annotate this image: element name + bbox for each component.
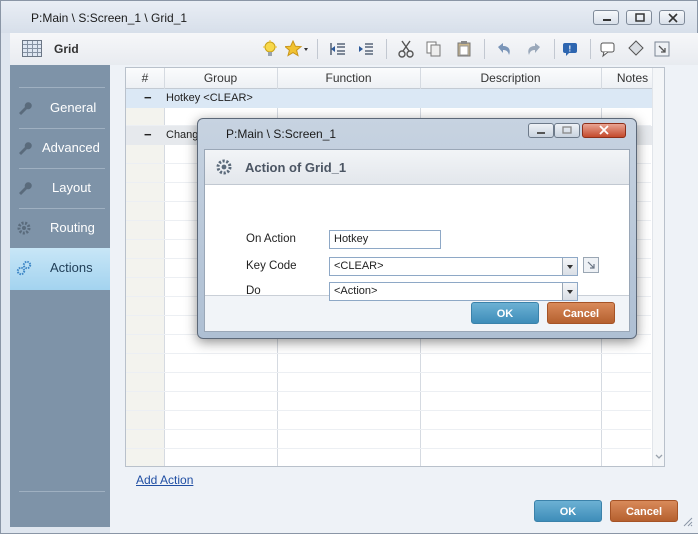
info-icon[interactable]: ! — [560, 39, 580, 59]
action-dialog: P:Main \ S:Screen_1 Action of Grid_1 On … — [197, 118, 637, 339]
sidebar-item-actions[interactable]: Actions — [10, 248, 110, 290]
close-icon — [668, 13, 678, 23]
on-action-field[interactable]: Hotkey — [329, 230, 441, 249]
outdent-icon[interactable] — [328, 39, 348, 59]
export-icon — [587, 261, 595, 269]
svg-text:!: ! — [569, 45, 572, 54]
sidebar-item-label: Routing — [50, 220, 95, 235]
dialog-minimize-button[interactable] — [528, 123, 554, 138]
maximize-icon — [635, 13, 645, 22]
toolbar-title: Grid — [54, 42, 79, 56]
dialog-title: P:Main \ S:Screen_1 — [226, 127, 337, 141]
table-row[interactable]: − Hotkey <CLEAR> — [126, 89, 664, 108]
group-row-label: Hotkey <CLEAR> — [166, 92, 253, 104]
key-code-value: <CLEAR> — [334, 260, 384, 272]
minimize-button[interactable] — [593, 10, 619, 25]
do-value: <Action> — [334, 285, 378, 297]
sidebar-item-label: Advanced — [42, 140, 100, 155]
dialog-form: On Action Hotkey Key Code <CLEAR> Do <Ac… — [205, 185, 629, 301]
copy-icon[interactable] — [424, 39, 444, 59]
sidebar-item-layout[interactable]: Layout — [10, 168, 110, 208]
sidebar: General Advanced Layout Routing Actions — [10, 65, 110, 527]
cut-icon[interactable] — [396, 39, 416, 59]
toolbar: Grid ! — [10, 33, 698, 66]
grid-icon — [22, 40, 42, 57]
sidebar-item-advanced[interactable]: Advanced — [10, 128, 110, 168]
chevron-down-icon[interactable] — [562, 258, 577, 275]
table-header: # Group Function Description Notes — [126, 68, 664, 89]
on-action-label: On Action — [246, 233, 296, 245]
column-header-function[interactable]: Function — [277, 71, 420, 85]
close-icon — [599, 125, 609, 135]
key-code-label: Key Code — [246, 260, 297, 272]
tag-icon[interactable] — [626, 39, 646, 59]
browse-button[interactable] — [583, 257, 599, 273]
do-label: Do — [246, 285, 261, 297]
undo-icon[interactable] — [494, 39, 514, 59]
chevron-down-icon[interactable] — [562, 283, 577, 300]
add-action-link[interactable]: Add Action — [136, 473, 193, 487]
comment-icon[interactable] — [598, 39, 618, 59]
collapse-toggle[interactable]: − — [144, 127, 152, 142]
sidebar-item-general[interactable]: General — [10, 88, 110, 128]
sidebar-item-label: Actions — [50, 260, 93, 275]
maximize-icon — [562, 126, 572, 134]
paste-icon[interactable] — [454, 39, 474, 59]
minimize-icon — [603, 19, 611, 21]
wrench-icon — [19, 142, 32, 155]
redo-icon[interactable] — [524, 39, 544, 59]
gears-icon — [16, 260, 32, 276]
resize-grip-icon[interactable] — [681, 515, 693, 527]
column-header-description[interactable]: Description — [420, 71, 601, 85]
sidebar-item-routing[interactable]: Routing — [10, 208, 110, 248]
ok-button[interactable]: OK — [534, 500, 602, 522]
export-icon[interactable] — [652, 39, 672, 59]
dialog-panel: Action of Grid_1 On Action Hotkey Key Co… — [204, 149, 630, 332]
close-button[interactable] — [659, 10, 685, 25]
sidebar-item-label: Layout — [52, 180, 92, 195]
column-header-group[interactable]: Group — [164, 71, 277, 85]
wrench-icon — [19, 182, 32, 195]
sidebar-item-label: General — [50, 100, 97, 115]
do-select[interactable]: <Action> — [329, 282, 578, 301]
gear-icon — [17, 221, 31, 235]
dialog-maximize-button[interactable] — [554, 123, 580, 138]
dialog-header: Action of Grid_1 — [205, 150, 629, 185]
key-code-select[interactable]: <CLEAR> — [329, 257, 578, 276]
cancel-button[interactable]: Cancel — [610, 500, 678, 522]
dialog-cancel-button[interactable]: Cancel — [547, 302, 615, 324]
dialog-heading: Action of Grid_1 — [245, 160, 347, 175]
dialog-close-button[interactable] — [582, 123, 626, 138]
window-title: P:Main \ S:Screen_1 \ Grid_1 — [31, 11, 188, 25]
bulb-icon[interactable] — [260, 39, 280, 59]
maximize-button[interactable] — [626, 10, 652, 25]
collapse-toggle[interactable]: − — [144, 90, 152, 105]
scroll-down-icon[interactable] — [653, 452, 665, 462]
minimize-icon — [537, 132, 545, 134]
column-header-number[interactable]: # — [126, 71, 164, 85]
dialog-ok-button[interactable]: OK — [471, 302, 539, 324]
gear-icon — [216, 159, 232, 175]
indent-icon[interactable] — [356, 39, 376, 59]
title-bar: P:Main \ S:Screen_1 \ Grid_1 — [1, 1, 697, 33]
wrench-icon — [19, 102, 32, 115]
star-icon[interactable] — [284, 39, 310, 59]
vertical-scrollbar[interactable] — [652, 68, 665, 466]
